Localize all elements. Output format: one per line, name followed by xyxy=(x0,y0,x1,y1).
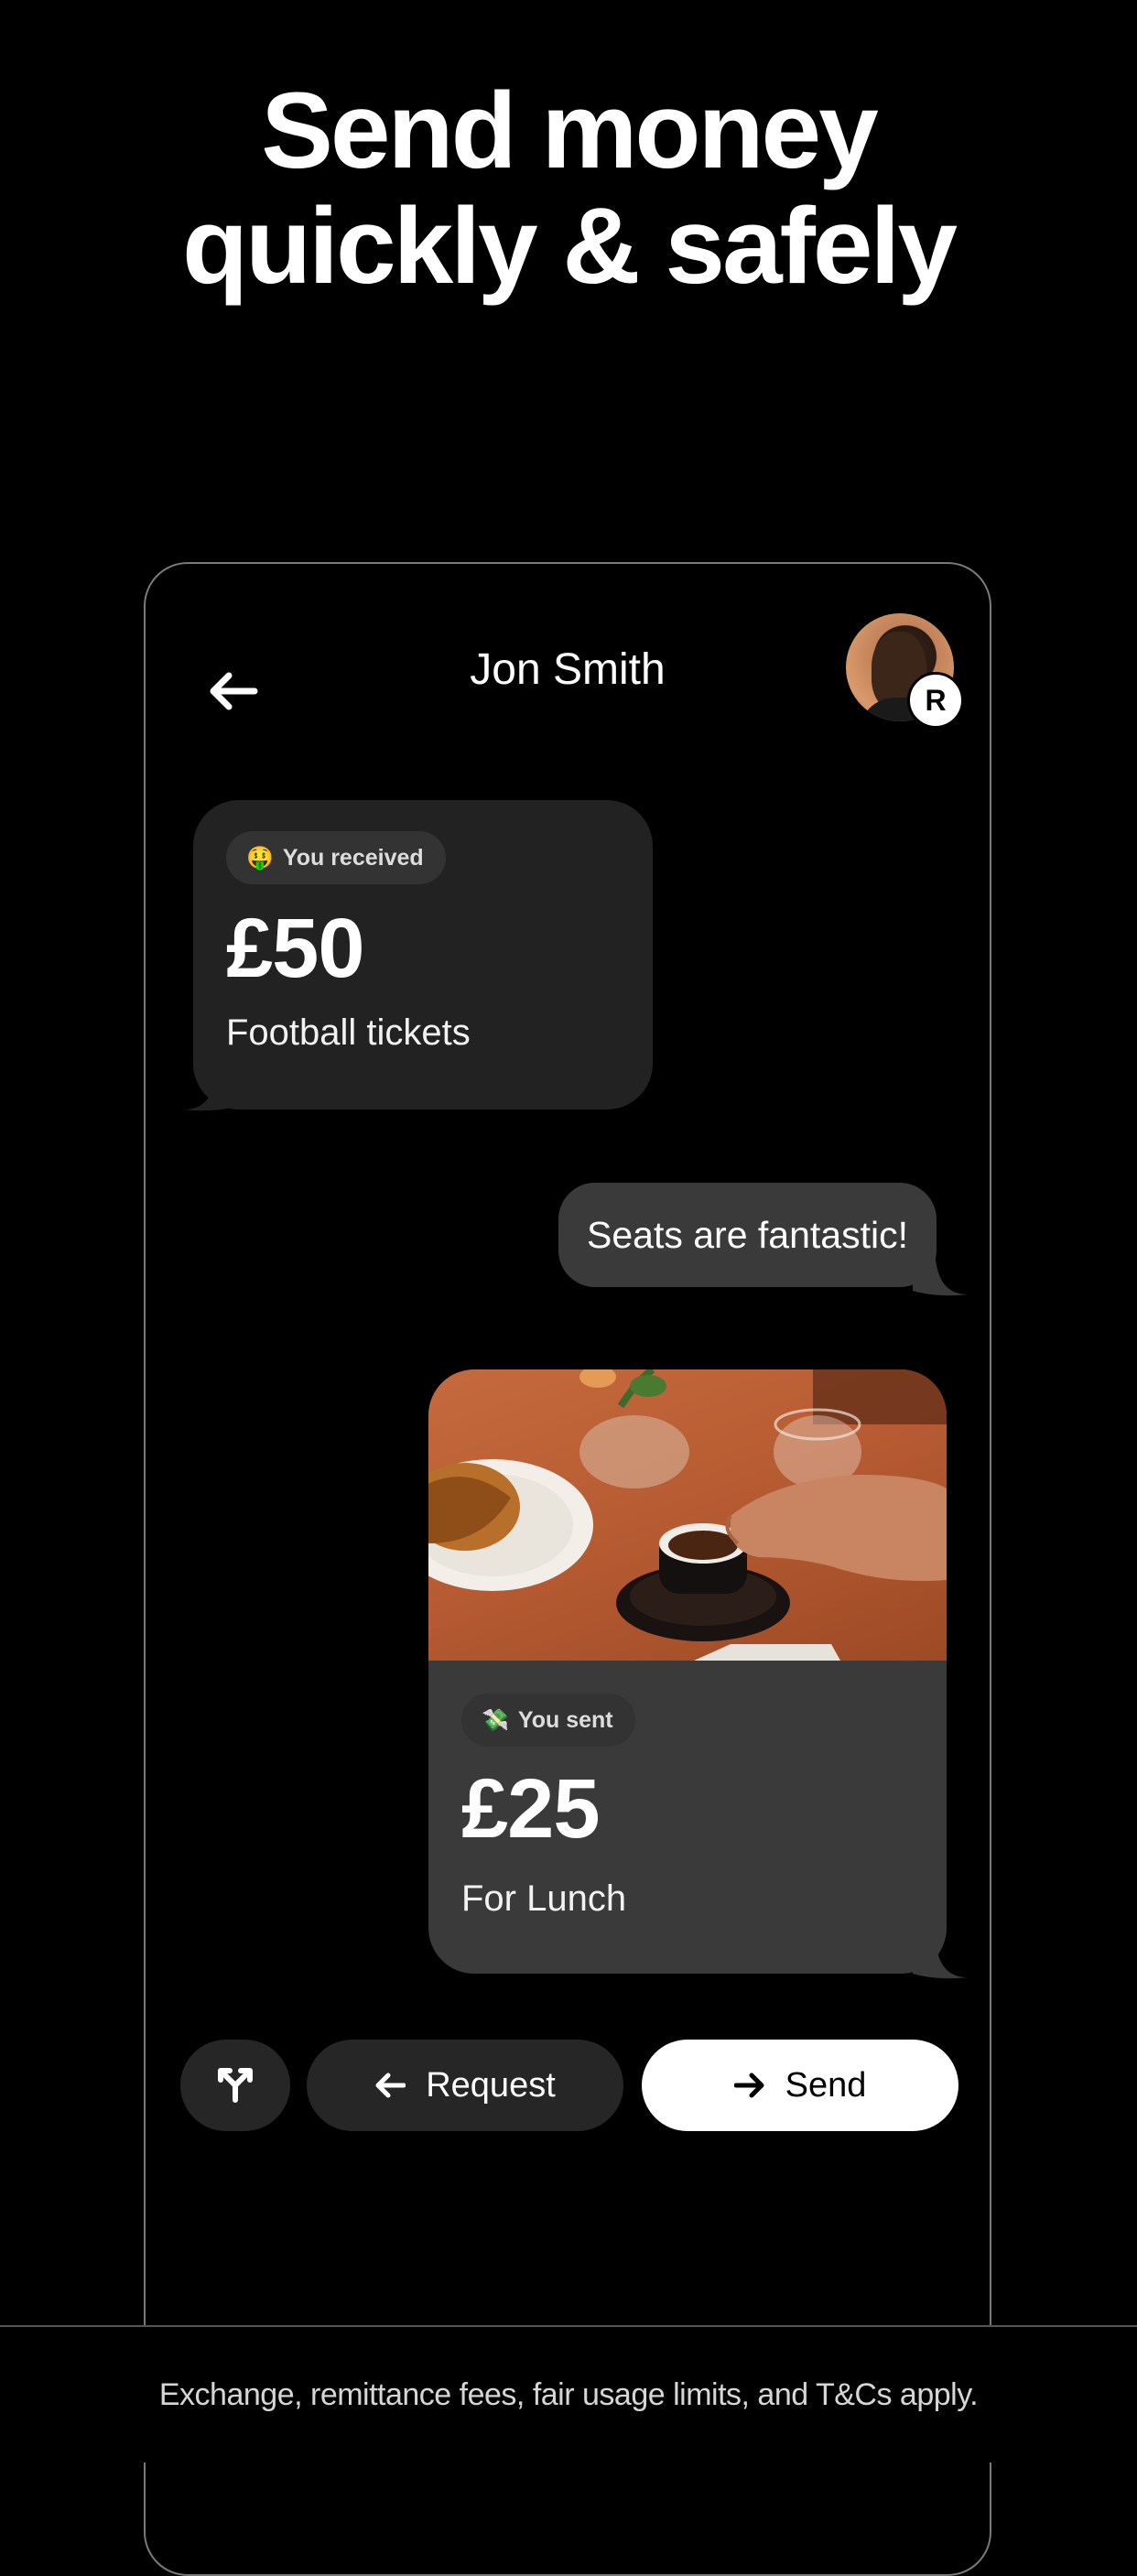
phone-frame: Jon Smith R 🤑 You received £50 Football … xyxy=(144,562,991,2576)
request-button[interactable]: Request xyxy=(307,2040,623,2131)
headline-line-1: Send money xyxy=(261,70,879,191)
sent-label: You sent xyxy=(517,1706,613,1733)
split-button[interactable] xyxy=(180,2040,290,2131)
split-icon xyxy=(218,2068,253,2103)
send-button[interactable]: Send xyxy=(642,2040,958,2131)
received-badge: 🤑 You received xyxy=(226,831,446,884)
sent-payment-card[interactable]: 💸 You sent £25 For Lunch xyxy=(428,1369,947,1974)
received-label: You received xyxy=(282,844,424,871)
revolut-badge-icon: R xyxy=(907,672,964,729)
lunch-photo xyxy=(428,1369,947,1661)
received-note: Football tickets xyxy=(226,1012,471,1053)
sent-amount: £25 xyxy=(461,1762,600,1856)
sent-note: For Lunch xyxy=(461,1878,627,1919)
received-payment-card[interactable]: 🤑 You received £50 Football tickets xyxy=(193,800,653,1109)
money-face-icon: 🤑 xyxy=(246,845,274,871)
money-wings-icon: 💸 xyxy=(482,1707,509,1733)
arrow-left-icon xyxy=(375,2073,406,2098)
request-label: Request xyxy=(426,2065,556,2105)
send-label: Send xyxy=(785,2065,867,2105)
footer-disclaimer: Exchange, remittance fees, fair usage li… xyxy=(0,2325,1137,2462)
received-amount: £50 xyxy=(226,902,364,995)
headline: Send money quickly & safely xyxy=(0,73,1137,304)
headline-line-2: quickly & safely xyxy=(182,186,958,307)
sent-badge: 💸 You sent xyxy=(461,1694,635,1747)
message-bubble: Seats are fantastic! xyxy=(558,1183,937,1287)
disclaimer-text: Exchange, remittance fees, fair usage li… xyxy=(158,2376,979,2412)
arrow-right-icon xyxy=(733,2073,764,2098)
